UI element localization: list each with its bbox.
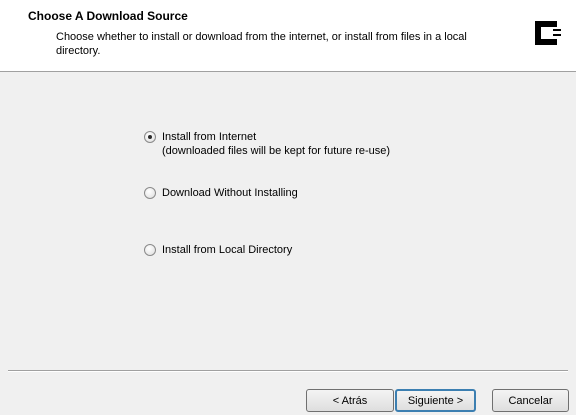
page-title: Choose A Download Source xyxy=(28,9,188,23)
next-button[interactable]: Siguiente > xyxy=(395,389,476,412)
option-download-without-installing[interactable]: Download Without Installing xyxy=(144,186,298,200)
radio-download-without-installing[interactable] xyxy=(144,187,156,199)
cygwin-logo-icon xyxy=(535,21,561,45)
back-button[interactable]: < Atrás xyxy=(306,389,394,412)
download-source-options: Install from Internet (downloaded files … xyxy=(0,72,576,370)
header-banner: Choose A Download Source Choose whether … xyxy=(0,0,576,72)
option-label: Install from Internet xyxy=(162,131,257,143)
option-label: Download Without Installing xyxy=(162,187,298,199)
cancel-button[interactable]: Cancelar xyxy=(492,389,569,412)
option-install-from-internet[interactable]: Install from Internet (downloaded files … xyxy=(144,130,390,158)
option-install-from-local-directory[interactable]: Install from Local Directory xyxy=(144,243,292,257)
option-note: (downloaded files will be kept for futur… xyxy=(162,145,391,157)
option-label: Install from Local Directory xyxy=(162,244,293,256)
page-subtitle: Choose whether to install or download fr… xyxy=(56,31,467,57)
footer-separator xyxy=(8,370,568,372)
radio-install-from-internet[interactable] xyxy=(144,131,156,143)
radio-install-from-local-directory[interactable] xyxy=(144,244,156,256)
